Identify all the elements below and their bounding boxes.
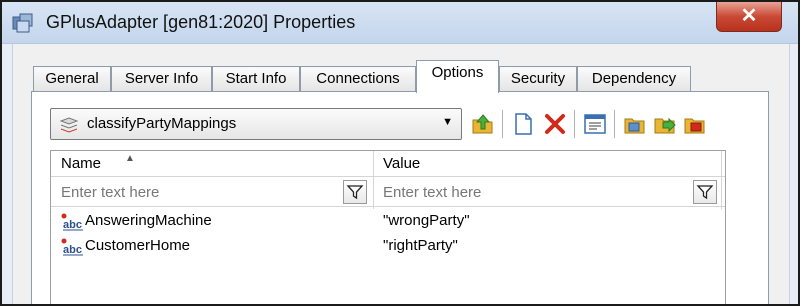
properties-window: GPlusAdapter [gen81:2020] Properties ✕ G… xyxy=(0,0,800,306)
table-row[interactable]: abc CustomerHome "rightParty" xyxy=(51,234,725,258)
toolbar-separator xyxy=(574,110,575,138)
column-header-value[interactable]: Value xyxy=(383,155,420,172)
grid-header: Name ▲ Value xyxy=(51,151,725,177)
copy-icon[interactable] xyxy=(682,111,708,137)
svg-text:abc: abc xyxy=(63,219,82,231)
string-option-icon: abc xyxy=(61,213,83,231)
close-button[interactable]: ✕ xyxy=(716,2,782,32)
filter-icon xyxy=(346,185,364,200)
tab-server-info[interactable]: Server Info xyxy=(111,66,212,92)
edit-icon[interactable] xyxy=(582,111,608,137)
section-stack-icon xyxy=(59,117,79,133)
table-row[interactable]: abc AnsweringMachine "wrongParty" xyxy=(51,209,725,233)
tab-connections[interactable]: Connections xyxy=(300,66,416,92)
tab-dependency[interactable]: Dependency xyxy=(577,66,691,92)
window-title: GPlusAdapter [gen81:2020] Properties xyxy=(46,12,356,32)
sort-ascending-icon: ▲ xyxy=(125,153,135,164)
toolbar-separator xyxy=(614,110,615,138)
filter-icon xyxy=(696,185,714,200)
application-icon xyxy=(12,13,33,33)
new-document-icon[interactable] xyxy=(510,111,536,137)
toolbar-separator xyxy=(502,110,503,138)
tab-security[interactable]: Security xyxy=(499,66,577,92)
option-name: AnsweringMachine xyxy=(85,212,212,229)
value-filter-input[interactable] xyxy=(383,180,683,204)
options-grid: Name ▲ Value Enter text here Enter text … xyxy=(50,150,726,304)
column-header-name[interactable]: Name xyxy=(61,155,101,172)
name-filter-input[interactable] xyxy=(61,180,331,204)
export-icon[interactable] xyxy=(652,111,678,137)
close-icon: ✕ xyxy=(740,5,758,27)
title-bar: GPlusAdapter [gen81:2020] Properties ✕ xyxy=(2,2,798,44)
delete-icon[interactable] xyxy=(542,111,568,137)
section-dropdown-value: classifyPartyMappings xyxy=(87,115,237,132)
value-filter-button[interactable] xyxy=(693,180,717,204)
filter-row xyxy=(51,177,725,207)
dialog-body: General Server Info Start Info Connectio… xyxy=(12,44,790,304)
option-value: "wrongParty" xyxy=(383,212,470,229)
section-dropdown[interactable]: classifyPartyMappings ▼ xyxy=(50,108,462,140)
option-value: "rightParty" xyxy=(383,237,458,254)
tab-general[interactable]: General xyxy=(33,66,111,92)
name-filter-button[interactable] xyxy=(343,180,367,204)
tab-start-info[interactable]: Start Info xyxy=(212,66,300,92)
string-option-icon: abc xyxy=(61,238,83,256)
options-panel: classifyPartyMappings ▼ Name ▲ Value Ent… xyxy=(31,91,769,304)
svg-text:abc: abc xyxy=(63,244,82,256)
option-name: CustomerHome xyxy=(85,237,191,254)
import-icon[interactable] xyxy=(622,111,648,137)
up-folder-icon[interactable] xyxy=(470,111,496,137)
tab-options[interactable]: Options xyxy=(416,60,499,93)
chevron-down-icon: ▼ xyxy=(442,116,453,128)
